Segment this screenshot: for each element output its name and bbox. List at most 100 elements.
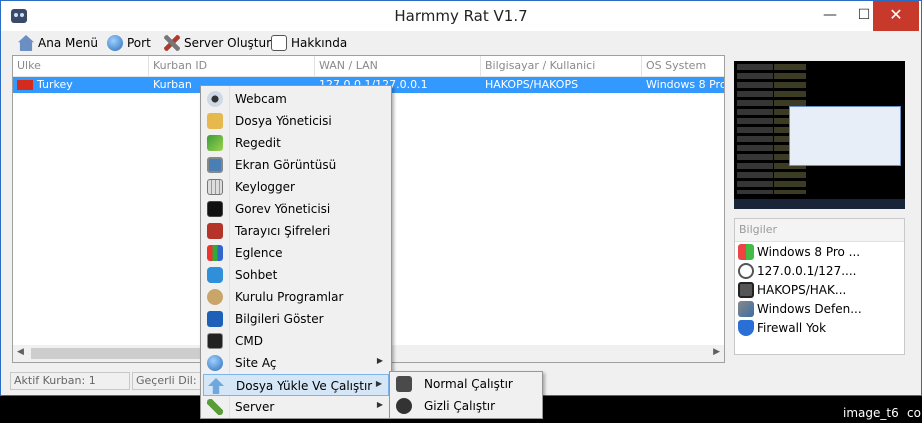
menu-item-label: Site Aç — [235, 356, 277, 370]
column-header[interactable]: Kurban ID — [149, 56, 315, 76]
table-cell: Turkey — [13, 77, 149, 93]
menu-ana-menu[interactable]: Ana Menü — [18, 34, 98, 52]
main-window: Harmmy Rat V1.7 — ☐ ✕ Ana Menü Port Serv… — [0, 0, 922, 396]
tools-icon — [164, 35, 180, 51]
turkey-flag-icon — [17, 80, 33, 90]
menu-item-task-manager[interactable]: Gorev Yöneticisi — [203, 198, 389, 220]
fun-icon — [207, 245, 223, 261]
menu-item-normal-run[interactable]: Normal Çalıştır — [392, 373, 542, 395]
upload-submenu: Normal Çalıştır Gizli Çalıştır — [389, 371, 543, 419]
preview-window — [789, 106, 901, 166]
menu-item-label: Gorev Yöneticisi — [235, 202, 331, 216]
menu-item-fun[interactable]: Eglence — [203, 242, 389, 264]
menu-hakkinda[interactable]: Hakkında — [271, 34, 347, 52]
column-header[interactable]: WAN / LAN — [315, 56, 481, 76]
menu-item-keylogger[interactable]: Keylogger — [203, 176, 389, 198]
home-icon — [18, 35, 34, 51]
column-header[interactable]: Ulke — [13, 56, 149, 76]
menu-item-label: Kurulu Programlar — [235, 290, 344, 304]
submenu-arrow-icon: ▶ — [375, 379, 382, 388]
menu-item-label: Tarayıcı Şifreleri — [235, 224, 331, 238]
globe-icon — [207, 355, 223, 371]
list-header: Ulke Kurban ID WAN / LAN Bilgisayar / Ku… — [13, 56, 724, 77]
info-item: Firewall Yok — [735, 318, 904, 337]
title-bar: Harmmy Rat V1.7 — ☐ ✕ — [1, 1, 921, 31]
menu-port[interactable]: Port — [107, 34, 151, 52]
column-header[interactable]: Bilgisayar / Kullanici — [481, 56, 642, 76]
menu-bar: Ana Menü Port Server Oluştur Hakkında — [1, 31, 921, 53]
menu-item-label: Dosya Yöneticisi — [235, 114, 332, 128]
menu-label: Server Oluştur — [184, 36, 272, 50]
menu-item-label: Bilgileri Göster — [235, 312, 324, 326]
menu-item-label: Eglence — [235, 246, 283, 260]
menu-item-regedit[interactable]: Regedit — [203, 132, 389, 154]
defender-icon — [738, 300, 754, 317]
desktop-icons — [737, 64, 773, 194]
menu-label: Hakkında — [291, 36, 348, 50]
footer-extra-label: co — [907, 406, 921, 420]
menu-item-show-info[interactable]: Bilgileri Göster — [203, 308, 389, 330]
menu-item-server[interactable]: Server ▶ — [203, 396, 389, 418]
menu-item-screenshot[interactable]: Ekran Görüntüsü — [203, 154, 389, 176]
upload-icon — [208, 378, 224, 394]
menu-item-webcam[interactable]: Webcam — [203, 88, 389, 110]
scroll-right-icon[interactable]: ▶ — [713, 347, 720, 357]
registry-icon — [207, 135, 223, 151]
task-manager-icon — [207, 201, 223, 217]
computer-icon — [738, 281, 754, 298]
info-item: HAKOPS/HAK... — [735, 280, 904, 299]
info-text: Windows 8 Pro ... — [757, 244, 861, 259]
submenu-arrow-icon: ▶ — [376, 356, 383, 365]
submenu-arrow-icon: ▶ — [376, 400, 383, 409]
menu-server-olustur[interactable]: Server Oluştur — [164, 34, 271, 52]
network-icon — [738, 262, 754, 279]
menu-label: Port — [127, 36, 151, 50]
info-text: HAKOPS/HAK... — [757, 282, 847, 297]
info-item: Windows Defen... — [735, 299, 904, 318]
monitor-icon — [207, 157, 223, 173]
menu-item-label: Regedit — [235, 136, 281, 150]
menu-item-open-site[interactable]: Site Aç ▶ — [203, 352, 389, 374]
column-header[interactable]: OS System — [642, 56, 724, 76]
menu-item-label: Dosya Yükle Ve Çalıştır — [236, 379, 373, 393]
keyboard-icon — [207, 179, 223, 195]
menu-item-label: Normal Çalıştır — [424, 377, 513, 391]
folder-icon — [207, 113, 223, 129]
minimize-button[interactable]: — — [813, 1, 847, 31]
menu-item-label: CMD — [235, 334, 263, 348]
menu-item-hidden-run[interactable]: Gizli Çalıştır — [392, 395, 542, 417]
menu-item-label: Ekran Görüntüsü — [235, 158, 337, 172]
menu-item-upload-and-run[interactable]: Dosya Yükle Ve Çalıştır ▶ — [203, 374, 389, 396]
info-icon — [271, 35, 287, 51]
run-icon — [396, 376, 412, 392]
table-cell: HAKOPS/HAKOPS — [485, 78, 579, 91]
chat-icon — [207, 267, 223, 283]
footer-image-label: image_t6 — [843, 406, 899, 420]
hidden-run-icon — [396, 398, 412, 414]
menu-item-file-manager[interactable]: Dosya Yöneticisi — [203, 110, 389, 132]
table-cell: Windows 8 Pro — [646, 78, 724, 91]
shield-icon — [738, 319, 754, 336]
menu-item-cmd[interactable]: CMD — [203, 330, 389, 352]
status-language: Geçerli Dil: T — [132, 372, 203, 390]
info-text: Firewall Yok — [757, 320, 827, 335]
info-panel: Bilgiler Windows 8 Pro ... 127.0.0.1/127… — [734, 218, 905, 355]
info-item: 127.0.0.1/127.... — [735, 261, 904, 280]
webcam-icon — [207, 91, 223, 107]
menu-item-browser-passwords[interactable]: Tarayıcı Şifreleri — [203, 220, 389, 242]
globe-icon — [107, 35, 123, 51]
menu-item-chat[interactable]: Sohbet — [203, 264, 389, 286]
close-button[interactable]: ✕ — [873, 1, 919, 31]
scroll-left-icon[interactable]: ◀ — [17, 347, 24, 357]
menu-label: Ana Menü — [38, 36, 98, 50]
info-panel-header: Bilgiler — [735, 219, 904, 242]
menu-item-label: Sohbet — [235, 268, 278, 282]
menu-item-installed-programs[interactable]: Kurulu Programlar — [203, 286, 389, 308]
windows-icon — [738, 243, 754, 260]
cmd-icon — [207, 333, 223, 349]
scroll-thumb[interactable] — [31, 348, 215, 359]
context-menu: Webcam Dosya Yöneticisi Regedit Ekran Gö… — [200, 85, 392, 419]
browser-password-icon — [207, 223, 223, 239]
info-icon — [207, 311, 223, 327]
window-title: Harmmy Rat V1.7 — [394, 7, 528, 25]
